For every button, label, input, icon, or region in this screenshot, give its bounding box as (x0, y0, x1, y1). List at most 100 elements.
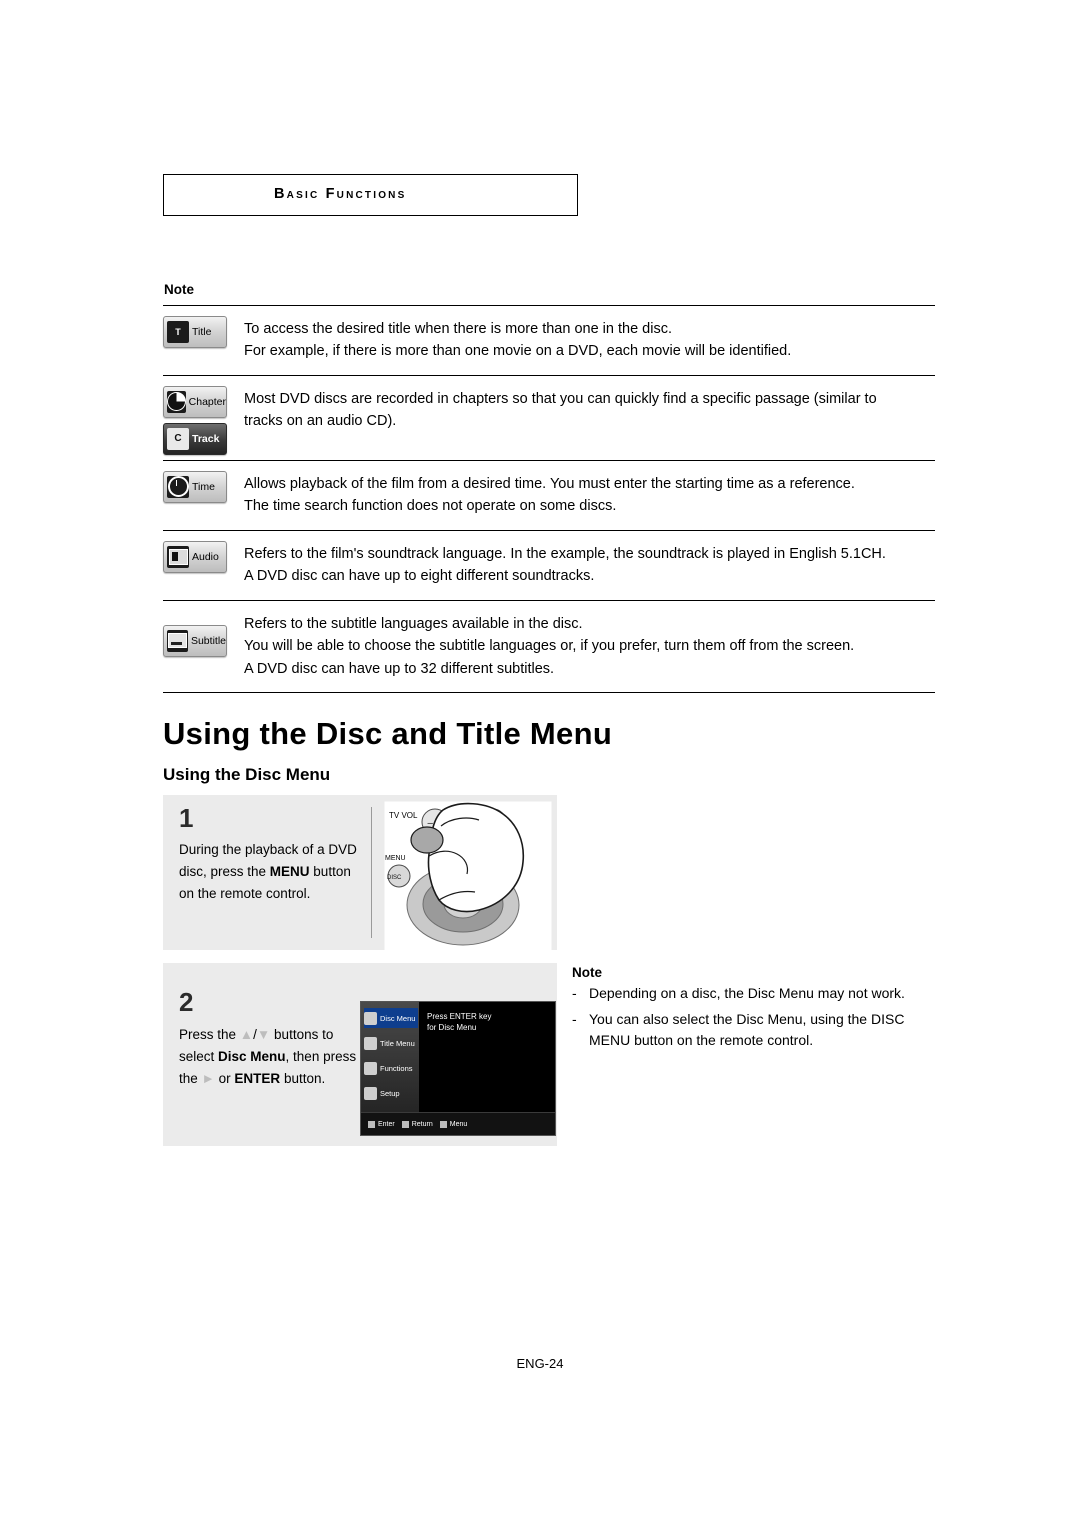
table-row: Chapter C Track Most DVD discs are recor… (163, 374, 935, 460)
sub-title: Using the Disc Menu (163, 765, 331, 784)
text-line: For example, if there is more than one m… (244, 343, 792, 360)
up-arrow-icon: ▲ (239, 1027, 254, 1042)
audio-icon: Audio (163, 540, 227, 573)
icon-caption: Title (192, 326, 212, 338)
subtitle-glyph (167, 629, 188, 652)
title-glyph (167, 321, 189, 343)
icon-cell: Audio (163, 531, 240, 600)
list-item: - Depending on a disc, the Disc Menu may… (572, 983, 918, 1005)
icon-cell: Title (163, 306, 240, 375)
key-label: Return (411, 1120, 433, 1128)
title-icon: Title (163, 316, 227, 348)
disc-menu-item-disc-menu[interactable]: Disc Menu (364, 1008, 418, 1028)
disc-menu-screen: Disc Menu Title Menu Functions Setup Pre… (360, 1001, 556, 1136)
row-text: Allows playback of the film from a desir… (240, 461, 935, 530)
step-1-panel: 1 During the playback of a DVD disc, pre… (163, 795, 557, 950)
bullet-dash: - (572, 1010, 577, 1027)
functions-icon (364, 1061, 377, 1075)
footer-key-return: Return (401, 1120, 433, 1128)
row-text: Most DVD discs are recorded in chapters … (240, 376, 935, 460)
side-note-heading: Note (572, 965, 602, 980)
step-2-panel: 2 Press the ▲/▼ buttons to select Disc M… (163, 963, 557, 1146)
step-number: 2 (179, 987, 194, 1017)
footer-key-enter: Enter (368, 1120, 395, 1128)
audio-glyph (167, 545, 189, 568)
menu-item-label: Disc Menu (380, 1013, 416, 1023)
disc-menu-item-functions[interactable]: Functions (364, 1058, 418, 1078)
step-divider (371, 807, 372, 938)
icon-cell: Time (163, 461, 240, 530)
step-text-emphasis: Disc Menu (218, 1048, 286, 1064)
hint-line: for Disc Menu (427, 1022, 477, 1032)
step-text-emphasis: ENTER (234, 1070, 281, 1086)
disc-icon (364, 1011, 377, 1025)
svg-text:MENU: MENU (385, 855, 406, 862)
down-arrow-icon: ▼ (256, 1027, 271, 1042)
section-header-box: Basic Functions (163, 174, 578, 216)
disc-menu-item-setup[interactable]: Setup (364, 1083, 418, 1103)
row-text: Refers to the subtitle languages availab… (240, 601, 935, 692)
icon-caption: Time (192, 480, 215, 493)
title-menu-icon (364, 1036, 377, 1050)
subtitle-icon: Subtitle (163, 624, 227, 657)
track-icon: C Track (163, 422, 227, 455)
step-1-text: During the playback of a DVD disc, press… (179, 839, 364, 905)
icon-caption: Chapter (188, 395, 226, 408)
step-text-part: Press the (179, 1027, 240, 1042)
menu-item-label: Functions (380, 1063, 413, 1073)
list-item-text: Depending on a disc, the Disc Menu may n… (589, 985, 905, 1001)
step-text-part: button. (280, 1070, 326, 1086)
icon-caption: Audio (192, 550, 219, 563)
row-text: To access the desired title when there i… (240, 306, 935, 375)
list-item: - You can also select the Disc Menu, usi… (572, 1009, 918, 1052)
table-row: Subtitle Refers to the subtitle language… (163, 599, 935, 694)
text-line: To access the desired title when there i… (244, 321, 672, 337)
svg-text:TV VOL: TV VOL (389, 811, 418, 820)
page-number: ENG-24 (516, 1356, 564, 1371)
side-note-list: - Depending on a disc, the Disc Menu may… (572, 983, 918, 1056)
icon-cell: Subtitle (163, 601, 240, 692)
hint-line: Press ENTER key (427, 1012, 492, 1021)
step-2-text: Press the ▲/▼ buttons to select Disc Men… (179, 1024, 364, 1090)
track-glyph: C (167, 427, 189, 450)
gear-icon (364, 1086, 377, 1100)
disc-menu-item-title-menu[interactable]: Title Menu (364, 1033, 418, 1053)
table-row: Title To access the desired title when t… (163, 305, 935, 375)
text-line: The time search function does not operat… (244, 498, 617, 515)
icon-cell: Chapter C Track (163, 376, 240, 460)
remote-control-illustration: TV VOL TV CH − + ∧ MENU DISC (383, 800, 553, 950)
note-heading: Note (164, 282, 194, 297)
text-line: tracks on an audio CD). (244, 413, 397, 430)
right-arrow-icon: ► (201, 1070, 215, 1086)
remote-svg: TV VOL TV CH − + ∧ MENU DISC (384, 801, 552, 950)
svg-text:DISC: DISC (387, 875, 402, 881)
icon-caption: Track (192, 432, 220, 445)
text-line: A DVD disc can have up to 32 different s… (244, 660, 555, 677)
time-icon: Time (163, 470, 227, 503)
page-title: Using the Disc and Title Menu (163, 716, 613, 751)
key-label: Enter (378, 1120, 395, 1128)
bullet-dash: - (572, 985, 577, 1001)
disc-menu-hint: Press ENTER key for Disc Menu (427, 1012, 491, 1034)
table-row: Audio Refers to the film's soundtrack la… (163, 529, 935, 600)
page-footer: ENG-24 (0, 1356, 1080, 1371)
step-text-part: or (214, 1070, 235, 1086)
text-line: Refers to the film's soundtrack language… (244, 545, 886, 562)
row-text: Refers to the film's soundtrack language… (240, 531, 935, 600)
icon-caption: Subtitle (190, 634, 226, 647)
key-label: Menu (449, 1120, 468, 1128)
step-number: 1 (179, 803, 194, 833)
footer-key-menu: Menu (439, 1120, 468, 1128)
document-page: Basic Functions Note Title To access the… (0, 0, 1080, 1528)
table-row: Time Allows playback of the film from a … (163, 459, 935, 530)
chapter-glyph (167, 390, 186, 413)
text-line: Allows playback of the film from a desir… (244, 475, 855, 492)
time-glyph (167, 475, 189, 498)
section-header-label: Basic Functions (274, 186, 407, 202)
step-text-emphasis: MENU (269, 863, 310, 879)
menu-item-label: Setup (380, 1088, 400, 1098)
menu-item-label: Title Menu (380, 1038, 415, 1048)
list-item-text: You can also select the Disc Menu, using… (589, 1010, 905, 1049)
text-line: You will be able to choose the subtitle … (244, 638, 855, 655)
text-line: Most DVD discs are recorded in chapters … (244, 390, 877, 407)
